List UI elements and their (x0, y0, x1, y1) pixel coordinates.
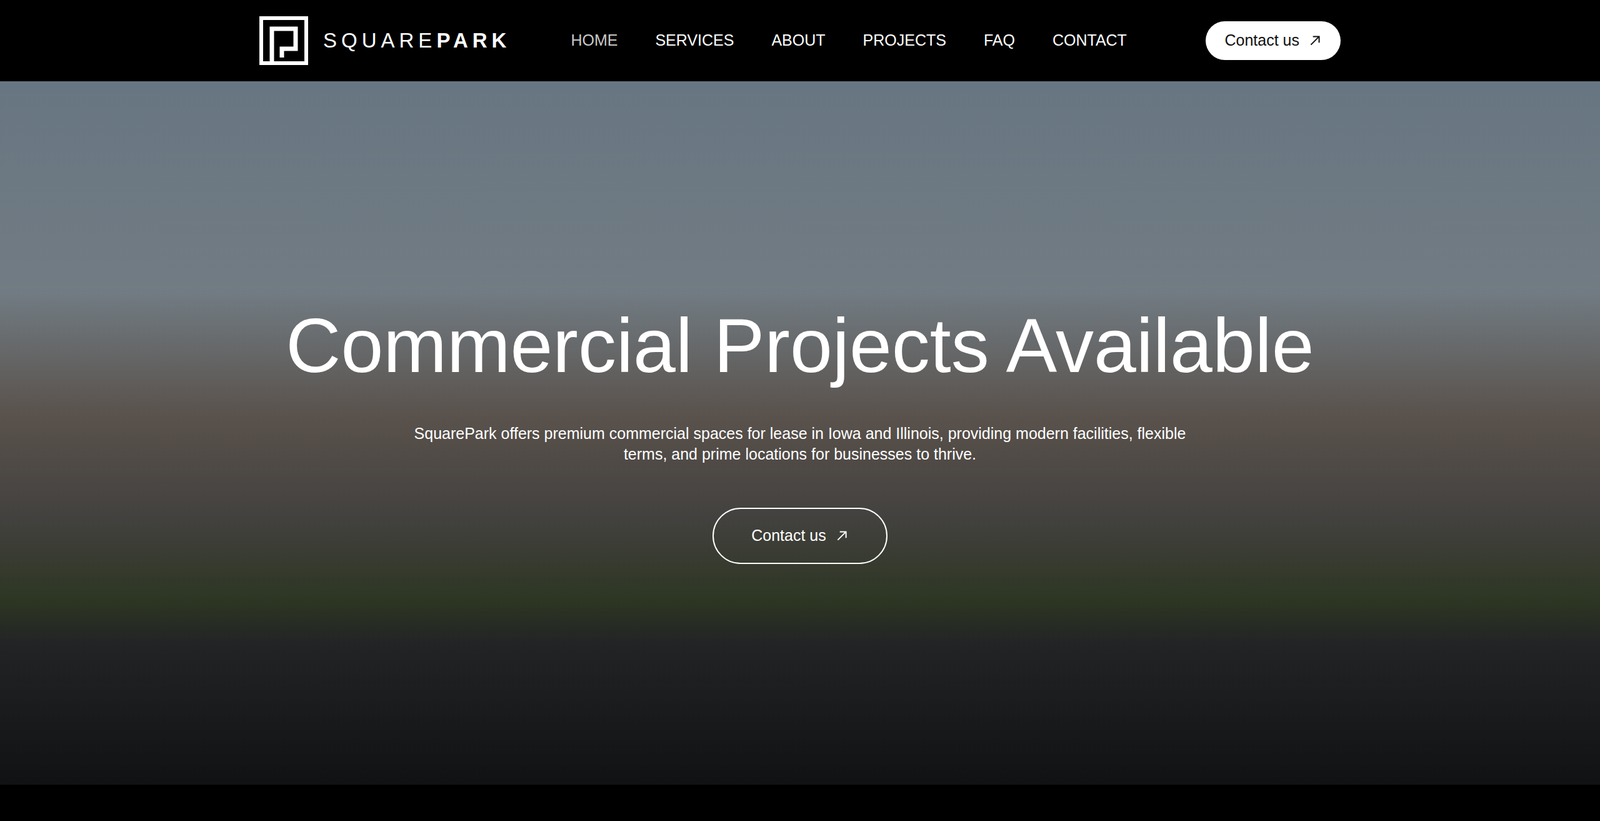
arrow-icon (1308, 33, 1322, 48)
contact-button[interactable]: Contact us (1205, 21, 1341, 60)
hero: Commercial Projects Available SquarePark … (0, 81, 1600, 785)
nav-link[interactable]: CONTACT (1052, 28, 1127, 53)
nav-link[interactable]: FAQ (983, 28, 1015, 53)
arrow-icon (835, 528, 849, 543)
contact-label: Contact us (1224, 28, 1300, 53)
hero-button-label: Contact us (751, 523, 827, 548)
logo-icon (259, 16, 309, 65)
hero-text: SquarePark offers premium commercial spa… (412, 423, 1188, 464)
hero-contact-button[interactable]: Contact us (712, 507, 888, 564)
bottom-strip (0, 784, 1600, 821)
hero-title: Commercial Projects Available (285, 301, 1314, 390)
top-bar: SQUAREPARK HOME SERVICES ABOUT PROJECTS FAQ CO… (0, 0, 1600, 82)
nav-container: SQUAREPARK HOME SERVICES ABOUT PROJECTS FAQ CO… (259, 0, 1341, 82)
nav-link[interactable]: PROJECTS (863, 28, 947, 53)
logo-word: PARK (436, 28, 511, 52)
logo-word: SQUARE (323, 28, 437, 52)
nav-link[interactable]: SERVICES (655, 28, 734, 53)
logo[interactable]: SQUAREPARK (259, 16, 511, 65)
nav-link[interactable]: HOME (570, 28, 618, 53)
main-nav: HOME SERVICES ABOUT PROJECTS FAQ CONTACT (570, 28, 1127, 53)
logo-text: SQUAREPARK (323, 25, 511, 57)
nav-link[interactable]: ABOUT (771, 28, 825, 53)
